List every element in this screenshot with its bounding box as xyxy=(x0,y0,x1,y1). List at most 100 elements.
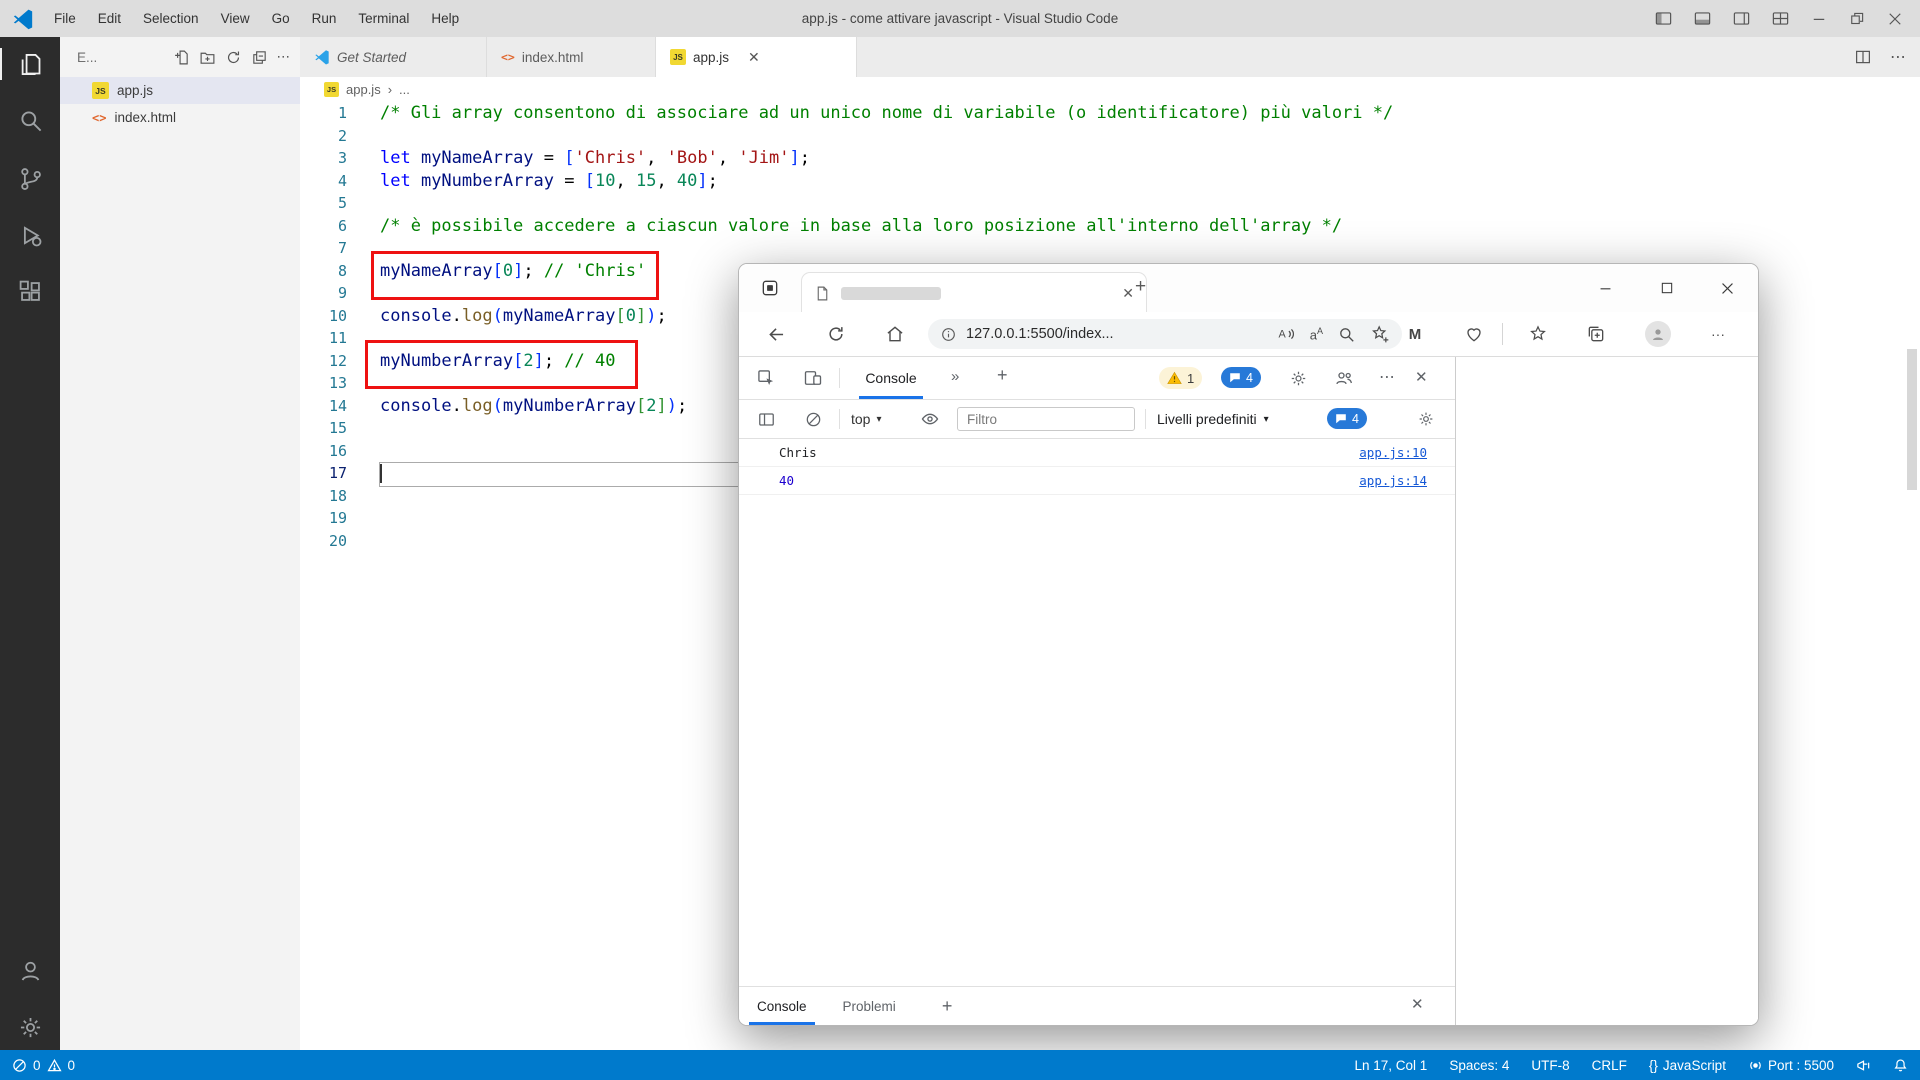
menu-selection[interactable]: Selection xyxy=(133,7,209,30)
close-drawer-icon[interactable]: ✕ xyxy=(1411,995,1424,1013)
status-eol[interactable]: CRLF xyxy=(1592,1058,1627,1073)
console-sidebar-icon[interactable] xyxy=(755,408,777,430)
code-line[interactable]: 4let myNumberArray = [10, 15, 40]; xyxy=(300,170,1920,193)
devtools-settings-gear-icon[interactable] xyxy=(1287,367,1309,389)
code-line[interactable]: 3let myNameArray = ['Chris', 'Bob', 'Jim… xyxy=(300,147,1920,170)
toggle-sidebar-icon[interactable] xyxy=(1654,9,1673,28)
code-line[interactable]: 5 xyxy=(300,192,1920,215)
profiles-people-icon[interactable] xyxy=(1333,367,1355,389)
toggle-secondary-sidebar-icon[interactable] xyxy=(1732,9,1751,28)
log-levels-dropdown[interactable]: Livelli predefiniti ▾ xyxy=(1157,400,1269,438)
profile-avatar[interactable] xyxy=(1645,321,1671,347)
tab-index-html[interactable]: <> index.html xyxy=(487,37,656,77)
back-icon[interactable] xyxy=(765,323,787,345)
tab-get-started[interactable]: Get Started xyxy=(300,37,487,77)
problems-status[interactable]: 0 0 xyxy=(12,1058,75,1073)
settings-gear-icon[interactable] xyxy=(0,1003,60,1051)
home-icon[interactable] xyxy=(884,323,906,345)
close-button[interactable] xyxy=(1886,10,1904,28)
restore-button[interactable] xyxy=(1848,10,1866,28)
source-control-icon[interactable] xyxy=(0,154,60,202)
toggle-panel-icon[interactable] xyxy=(1693,9,1712,28)
status-indentation[interactable]: Spaces: 4 xyxy=(1449,1058,1509,1073)
menu-view[interactable]: View xyxy=(211,7,260,30)
favorites-icon[interactable] xyxy=(1527,323,1549,345)
refresh-icon[interactable] xyxy=(825,323,847,345)
new-folder-icon[interactable] xyxy=(199,49,216,66)
warnings-chip[interactable]: 1 xyxy=(1159,367,1202,389)
device-toolbar-icon[interactable] xyxy=(802,367,824,389)
add-favorite-star-icon[interactable] xyxy=(1370,324,1390,344)
collapse-folders-icon[interactable] xyxy=(251,49,268,66)
read-aloud-icon[interactable]: A xyxy=(1276,324,1296,344)
browser-essentials-icon[interactable] xyxy=(1463,323,1485,345)
status-live-server-port[interactable]: Port : 5500 xyxy=(1748,1058,1834,1073)
code-line[interactable]: 2 xyxy=(300,125,1920,148)
minimize-button[interactable] xyxy=(1575,264,1636,312)
breadcrumb-more[interactable]: ... xyxy=(399,82,410,97)
menu-go[interactable]: Go xyxy=(262,7,300,30)
drawer-tab-problems[interactable]: Problemi xyxy=(825,987,914,1025)
close-devtools-icon[interactable]: ✕ xyxy=(1415,368,1428,386)
more-actions-icon[interactable]: ⋯ xyxy=(1890,47,1906,67)
close-tab-icon[interactable]: ✕ xyxy=(1122,285,1134,302)
refresh-explorer-icon[interactable] xyxy=(225,49,242,66)
inspect-element-icon[interactable] xyxy=(755,367,777,389)
live-expression-eye-icon[interactable] xyxy=(919,408,941,430)
tab-workspaces-icon[interactable] xyxy=(759,277,781,299)
status-cursor-position[interactable]: Ln 17, Col 1 xyxy=(1355,1058,1428,1073)
issues-chip[interactable]: 4 xyxy=(1221,367,1261,388)
collections-icon[interactable] xyxy=(1585,323,1607,345)
explorer-icon[interactable] xyxy=(0,40,60,88)
drawer-tab-console[interactable]: Console xyxy=(739,987,825,1025)
add-drawer-tab-icon[interactable]: + xyxy=(942,996,953,1017)
new-tab-icon[interactable]: + xyxy=(1135,276,1146,298)
editor-scrollbar[interactable] xyxy=(1907,102,1917,1050)
more-tabs-icon[interactable]: » xyxy=(951,368,959,385)
status-encoding[interactable]: UTF-8 xyxy=(1531,1058,1569,1073)
tab-app-js[interactable]: JS app.js ✕ xyxy=(656,37,857,77)
file-item-indexhtml[interactable]: <> index.html xyxy=(60,104,300,131)
address-bar[interactable]: 127.0.0.1:5500/index... A aA xyxy=(928,319,1402,349)
status-language[interactable]: {} JavaScript xyxy=(1649,1058,1726,1073)
console-source-link[interactable]: app.js:10 xyxy=(1359,445,1427,460)
maximize-button[interactable] xyxy=(1636,264,1697,312)
split-editor-icon[interactable] xyxy=(1854,48,1872,66)
scrollbar-thumb[interactable] xyxy=(1907,349,1917,490)
account-icon[interactable] xyxy=(0,946,60,994)
browser-tab[interactable]: ✕ xyxy=(801,272,1147,313)
devtools-tab-console[interactable]: Console xyxy=(851,357,931,399)
code-line[interactable]: 6/* è possibile accedere a ciascun valor… xyxy=(300,215,1920,238)
clear-console-icon[interactable] xyxy=(802,408,824,430)
site-info-icon[interactable] xyxy=(940,326,957,343)
console-filter-input[interactable] xyxy=(957,407,1135,431)
more-actions-icon[interactable]: ⋯ xyxy=(277,49,291,66)
menu-file[interactable]: File xyxy=(44,7,86,30)
extensions-icon[interactable] xyxy=(0,267,60,315)
menu-run[interactable]: Run xyxy=(302,7,347,30)
menu-help[interactable]: Help xyxy=(421,7,469,30)
url-text[interactable]: 127.0.0.1:5500/index... xyxy=(966,326,1114,342)
code-line[interactable]: 1/* Gli array consentono di associare ad… xyxy=(300,102,1920,125)
settings-more-icon[interactable]: ··· xyxy=(1707,323,1729,345)
menu-edit[interactable]: Edit xyxy=(88,7,131,30)
translate-icon[interactable]: aA xyxy=(1310,327,1323,341)
devtools-menu-icon[interactable]: ⋯ xyxy=(1379,367,1395,387)
breadcrumb-file[interactable]: app.js xyxy=(346,82,381,97)
file-item-appjs[interactable]: JS app.js xyxy=(60,77,300,104)
minimize-button[interactable] xyxy=(1810,10,1828,28)
more-tools-icon[interactable]: + xyxy=(997,365,1008,386)
new-file-icon[interactable] xyxy=(173,49,190,66)
issues-chip[interactable]: 4 xyxy=(1327,408,1367,429)
search-icon[interactable] xyxy=(0,96,60,144)
context-selector[interactable]: top ▾ xyxy=(851,400,882,438)
menu-terminal[interactable]: Terminal xyxy=(348,7,419,30)
close-button[interactable] xyxy=(1697,264,1758,312)
console-settings-gear-icon[interactable] xyxy=(1415,408,1437,430)
notifications-bell-icon[interactable] xyxy=(1893,1058,1908,1073)
customize-layout-icon[interactable] xyxy=(1771,9,1790,28)
zoom-icon[interactable] xyxy=(1337,325,1356,344)
close-tab-icon[interactable]: ✕ xyxy=(748,49,760,66)
extension-m-icon[interactable]: M xyxy=(1404,323,1426,345)
console-source-link[interactable]: app.js:14 xyxy=(1359,473,1427,488)
